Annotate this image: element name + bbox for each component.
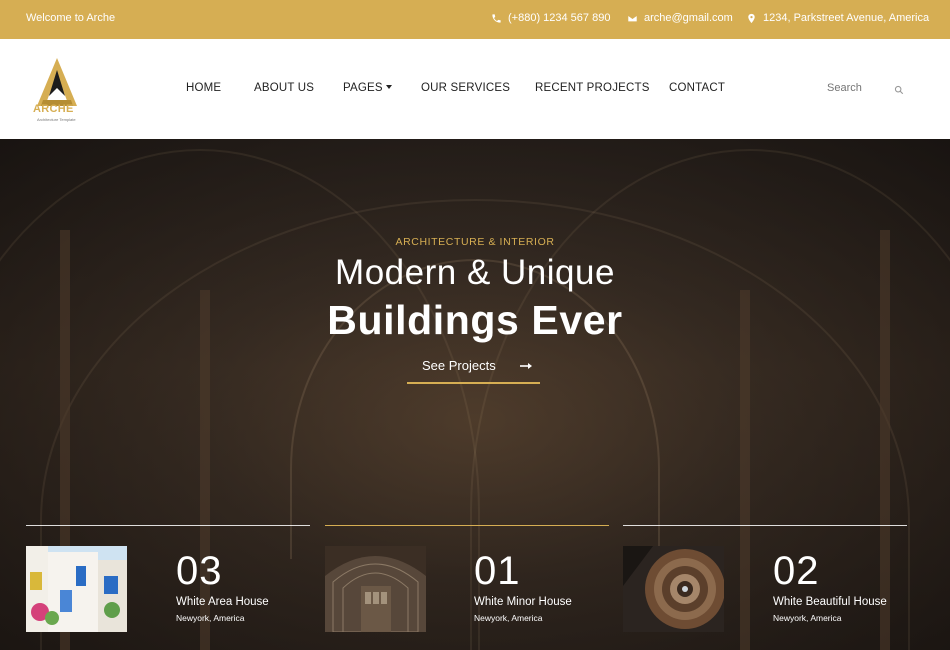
see-projects-button[interactable]: See Projects (407, 356, 540, 384)
project-title[interactable]: White Area House (176, 596, 269, 608)
address-contact: 1234, Parkstreet Avenue, America (746, 12, 929, 24)
project-number: 01 (474, 549, 521, 593)
project-number: 03 (176, 549, 223, 593)
project-card-divider (623, 525, 907, 526)
search-icon[interactable] (894, 85, 904, 95)
email-address: arche@gmail.com (644, 12, 733, 24)
top-bar: Welcome to Arche (+880) 1234 567 890 arc… (0, 0, 950, 39)
phone-number: (+880) 1234 567 890 (508, 12, 611, 24)
primary-menu: HOME ABOUT US PAGES OUR SERVICES RECENT … (0, 82, 950, 98)
project-card-divider (26, 525, 310, 526)
hero-column (880, 230, 890, 650)
project-number: 02 (773, 549, 820, 593)
map-pin-icon (748, 13, 755, 23)
project-location: Newyork, America (773, 613, 842, 623)
project-thumbnail-white-beautiful-house[interactable] (623, 546, 724, 632)
arrow-right-icon (520, 363, 532, 369)
main-navbar: ARCHE Architecture Template HOME ABOUT U… (0, 39, 950, 139)
hero-kicker: ARCHITECTURE & INTERIOR (395, 236, 555, 248)
project-location: Newyork, America (176, 613, 245, 623)
nav-about-us[interactable]: ABOUT US (254, 82, 314, 94)
nav-pages-label: PAGES (343, 82, 383, 94)
email-contact[interactable]: arche@gmail.com (627, 12, 733, 24)
project-thumbnail-white-area-house[interactable] (26, 546, 127, 632)
mail-icon (627, 14, 638, 22)
nav-recent-projects[interactable]: RECENT PROJECTS (535, 82, 650, 94)
nav-pages[interactable]: PAGES (343, 82, 392, 94)
hero-headline-line2: Buildings Ever (327, 297, 623, 343)
project-title[interactable]: White Minor House (474, 596, 572, 608)
phone-contact[interactable]: (+880) 1234 567 890 (491, 12, 610, 24)
brand-tagline: Architecture Template (37, 117, 76, 122)
nav-contact[interactable]: CONTACT (669, 82, 725, 94)
chevron-down-icon (385, 85, 392, 89)
nav-our-services[interactable]: OUR SERVICES (421, 82, 510, 94)
hero-headline-line1: Modern & Unique (335, 253, 615, 292)
project-title[interactable]: White Beautiful House (773, 596, 887, 608)
see-projects-label: See Projects (422, 358, 496, 373)
nav-home[interactable]: HOME (186, 82, 221, 94)
street-address: 1234, Parkstreet Avenue, America (763, 12, 930, 24)
welcome-text: Welcome to Arche (26, 12, 116, 24)
project-thumbnail-white-minor-house[interactable] (325, 546, 426, 632)
project-location: Newyork, America (474, 613, 543, 623)
phone-icon (492, 13, 501, 23)
hero-column (740, 290, 750, 650)
brand-name: ARCHE (33, 103, 74, 115)
project-card-divider-active (325, 525, 609, 526)
